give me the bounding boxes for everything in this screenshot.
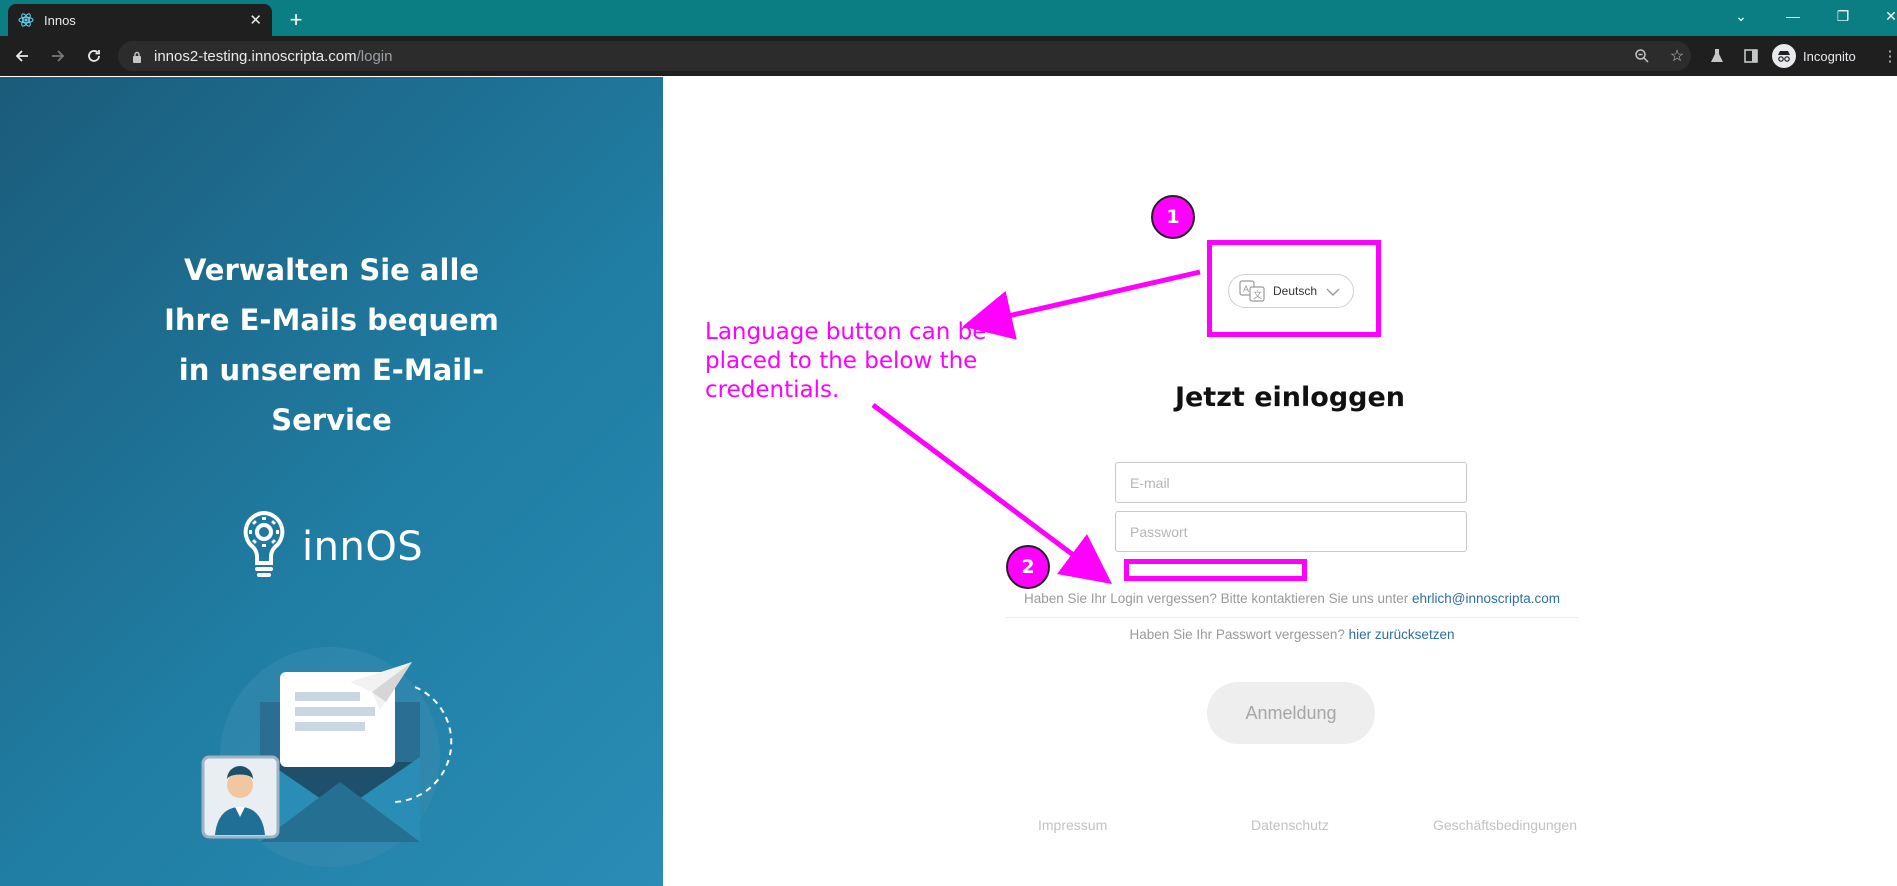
arrow-to-note xyxy=(962,269,1201,340)
annotation-arrows xyxy=(871,269,1201,584)
arrow-to-placement xyxy=(871,402,1113,584)
